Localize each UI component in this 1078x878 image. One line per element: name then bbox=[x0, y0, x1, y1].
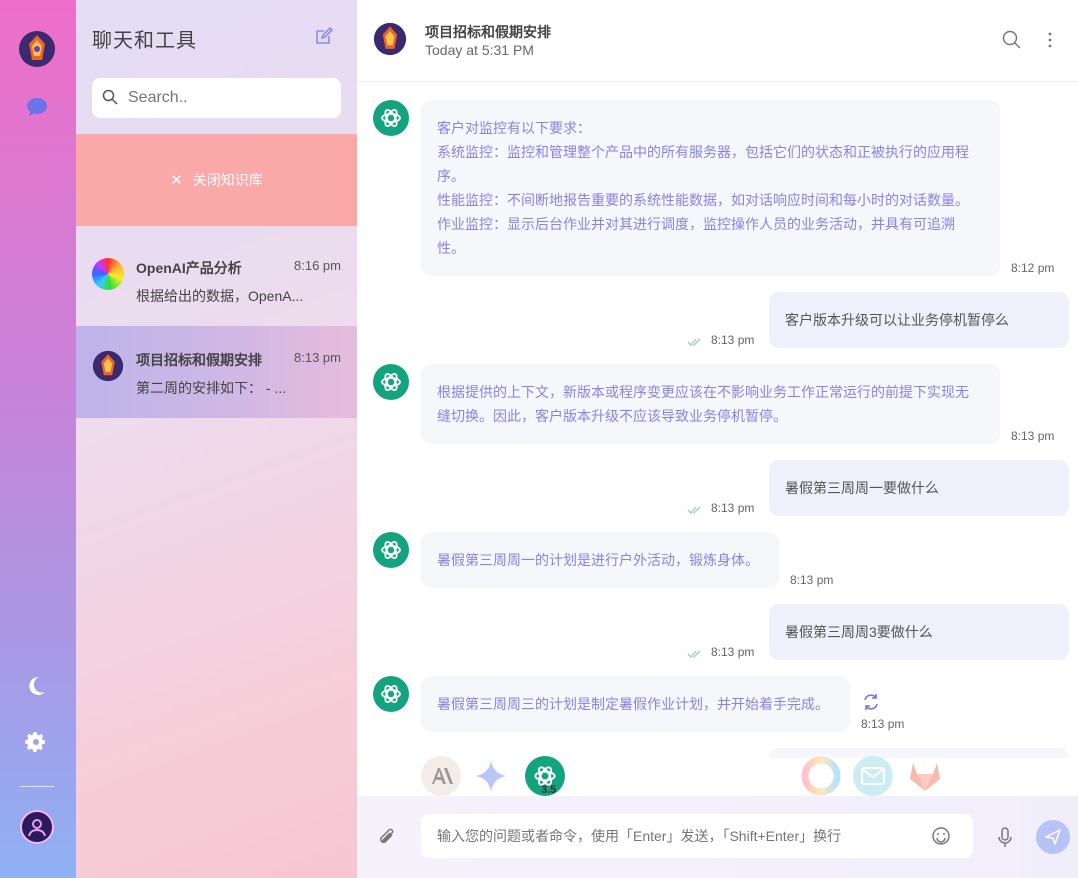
bot-avatar-icon bbox=[373, 100, 409, 136]
double-check-icon bbox=[687, 502, 701, 514]
message-time: 8:12 pm bbox=[1011, 261, 1055, 275]
circle-model-icon[interactable] bbox=[801, 756, 841, 796]
mail-model-icon[interactable] bbox=[853, 756, 893, 796]
message-line: 性能监控：不间断地报告重要的系统性能数据，如对话响应时间和每小时的对话数量。 bbox=[437, 192, 969, 208]
message-time: 8:13 pm bbox=[790, 573, 834, 587]
conversation-preview: 根据给出的数据，OpenA... bbox=[136, 288, 304, 304]
message-line: 序。 bbox=[437, 168, 465, 184]
model-bar-fade bbox=[357, 736, 1078, 796]
new-chat-edit-icon[interactable] bbox=[314, 26, 338, 50]
chat-main: 项目招标和假期安排 Today at 5:31 PM 客户对监控有以下要求： 系… bbox=[357, 0, 1078, 878]
chat-header: 项目招标和假期安排 Today at 5:31 PM bbox=[357, 0, 1078, 82]
rail-divider bbox=[20, 786, 54, 787]
conversation-item[interactable]: OpenAI产品分析 8:16 pm 根据给出的数据，OpenA... bbox=[76, 234, 357, 326]
user-message-bubble: 客户版本升级可以让业务停机暂停么 bbox=[769, 292, 1069, 348]
user-message-bubble: 暑假第三周周一要做什么 bbox=[769, 460, 1069, 516]
model-version-badge: 3.5 bbox=[541, 784, 557, 796]
moon-icon[interactable] bbox=[24, 674, 50, 700]
app-logo-icon[interactable] bbox=[18, 30, 56, 68]
conversation-time: 8:16 pm bbox=[294, 258, 341, 273]
color-wheel-icon bbox=[92, 258, 124, 290]
message-time: 8:13 pm bbox=[1011, 429, 1055, 443]
more-vertical-icon[interactable] bbox=[1047, 30, 1055, 50]
conversation-title: 项目招标和假期安排 bbox=[136, 352, 262, 368]
bot-avatar-icon bbox=[373, 676, 409, 712]
microphone-icon[interactable] bbox=[995, 826, 1015, 850]
search-icon[interactable] bbox=[1002, 30, 1022, 50]
message-line: 系统监控：监控和管理整个产品中的所有服务器，包括它们的状态和正被执行的应用程 bbox=[437, 144, 969, 160]
message-text: 客户版本升级可以让业务停机暂停么 bbox=[785, 312, 1009, 328]
double-check-icon bbox=[687, 646, 701, 658]
gear-icon[interactable] bbox=[24, 730, 50, 756]
app-window: 聊天和工具 ✕ 关闭知识库 OpenAI产品分析 8:16 pm 根据给出的数据… bbox=[0, 0, 1078, 878]
project-logo-icon bbox=[92, 350, 124, 382]
message-line: 作业监控：显示后台作业并对其进行调度，监控操作人员的业务活动，并具有可追溯 bbox=[437, 216, 955, 232]
bot-message-bubble: 暑假第三周周三的计划是制定暑假作业计划，并开始着手完成。 bbox=[421, 676, 850, 732]
close-icon: ✕ bbox=[170, 172, 183, 189]
bot-message-bubble: 根据提供的上下文，新版本或程序变更应该在不影响业务工作正常运行的前提下实现无 缝… bbox=[421, 364, 1000, 444]
bot-avatar-icon bbox=[373, 364, 409, 400]
emoji-icon[interactable] bbox=[931, 826, 951, 846]
chat-bubble-icon[interactable] bbox=[24, 94, 50, 120]
conversation-title: OpenAI产品分析 bbox=[136, 260, 242, 276]
regenerate-icon[interactable] bbox=[861, 692, 881, 712]
composer-bar bbox=[357, 796, 1078, 878]
gpt-model-icon[interactable]: 3.5 bbox=[525, 756, 565, 796]
bot-message-bubble: 客户对监控有以下要求： 系统监控：监控和管理整个产品中的所有服务器，包括它们的状… bbox=[421, 100, 1000, 276]
double-check-icon bbox=[687, 334, 701, 346]
message-input-box[interactable] bbox=[421, 814, 973, 858]
conversation-preview: 第二周的安排如下： - ... bbox=[136, 380, 287, 396]
message-time: 8:13 pm bbox=[711, 501, 755, 515]
left-rail bbox=[0, 0, 76, 878]
chat-title: 项目招标和假期安排 bbox=[425, 24, 551, 40]
chat-subtitle: Today at 5:31 PM bbox=[425, 42, 534, 58]
message-time: 8:13 pm bbox=[861, 717, 905, 731]
search-box[interactable] bbox=[92, 78, 341, 118]
search-input[interactable] bbox=[128, 89, 328, 107]
user-message-bubble: 暑假第三周周3要做什么 bbox=[769, 604, 1069, 660]
send-icon bbox=[1045, 829, 1061, 845]
message-line: 性。 bbox=[437, 240, 465, 256]
gitlab-model-icon[interactable] bbox=[905, 756, 945, 796]
chat-avatar-icon bbox=[373, 22, 407, 56]
message-line: 暑假第三周周一的计划是进行户外活动，锻炼身体。 bbox=[437, 552, 759, 568]
message-line: 根据提供的上下文，新版本或程序变更应该在不影响业务工作正常运行的前提下实现无 bbox=[437, 384, 969, 400]
search-icon bbox=[102, 89, 120, 107]
message-text: 暑假第三周周3要做什么 bbox=[785, 624, 933, 640]
close-knowledge-base-button[interactable]: ✕ 关闭知识库 bbox=[76, 134, 357, 226]
user-avatar[interactable] bbox=[20, 810, 54, 844]
message-line: 客户对监控有以下要求： bbox=[437, 120, 591, 136]
conversation-time: 8:13 pm bbox=[294, 350, 341, 365]
send-button[interactable] bbox=[1036, 820, 1070, 854]
bot-message-bubble: 暑假第三周周一的计划是进行户外活动，锻炼身体。 bbox=[421, 532, 779, 588]
conversation-sidebar: 聊天和工具 ✕ 关闭知识库 OpenAI产品分析 8:16 pm 根据给出的数据… bbox=[76, 0, 357, 878]
message-time: 8:13 pm bbox=[711, 333, 755, 347]
message-line: 暑假第三周周三的计划是制定暑假作业计划，并开始着手完成。 bbox=[437, 696, 829, 712]
gemini-model-icon[interactable] bbox=[471, 756, 511, 796]
conversation-item-active[interactable]: 项目招标和假期安排 8:13 pm 第二周的安排如下： - ... bbox=[76, 326, 357, 418]
sidebar-title: 聊天和工具 bbox=[92, 30, 197, 52]
bot-avatar-icon bbox=[373, 532, 409, 568]
message-text: 暑假第三周周一要做什么 bbox=[785, 480, 939, 496]
message-input[interactable] bbox=[437, 828, 917, 844]
knowledge-button-label: 关闭知识库 bbox=[192, 172, 263, 188]
paperclip-icon[interactable] bbox=[377, 826, 399, 848]
message-time: 8:13 pm bbox=[711, 645, 755, 659]
message-line: 缝切换。因此，客户版本升级不应该导致业务停机暂停。 bbox=[437, 408, 787, 424]
anthropic-model-icon[interactable] bbox=[421, 756, 461, 796]
